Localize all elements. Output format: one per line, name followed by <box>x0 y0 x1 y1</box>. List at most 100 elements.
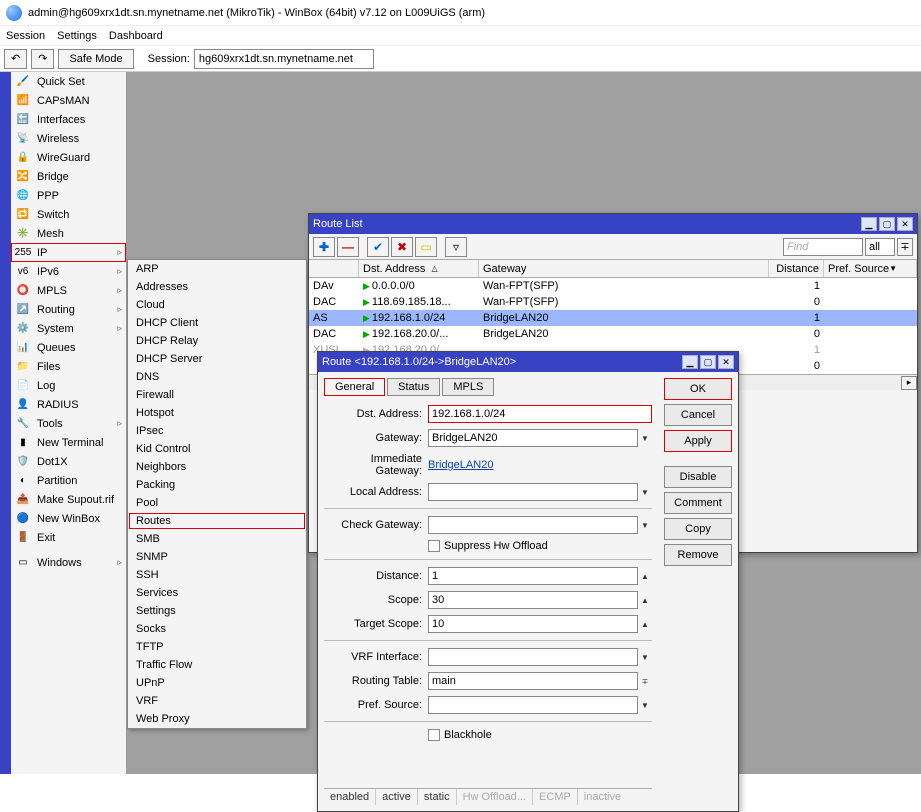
submenu-item-packing[interactable]: Packing <box>128 476 306 494</box>
sidebar-item-files[interactable]: 📁Files <box>11 357 126 376</box>
distance-input[interactable]: 1 <box>428 567 638 585</box>
add-button[interactable]: ✚ <box>313 237 335 257</box>
scope-up-icon[interactable]: ▲ <box>638 596 652 605</box>
sidebar-item-new-terminal[interactable]: ▮New Terminal <box>11 433 126 452</box>
submenu-item-routes[interactable]: Routes <box>128 512 306 530</box>
col-pref-source[interactable]: Pref. Source ▼ <box>824 260 917 277</box>
undo-button[interactable]: ↶ <box>4 49 27 69</box>
col-dst[interactable]: Dst. Address △ <box>359 260 479 277</box>
submenu-item-dhcp-server[interactable]: DHCP Server <box>128 350 306 368</box>
pref-source-input[interactable] <box>428 696 638 714</box>
enable-button[interactable]: ✔ <box>367 237 389 257</box>
safe-mode-button[interactable]: Safe Mode <box>58 49 133 69</box>
submenu-item-vrf[interactable]: VRF <box>128 692 306 710</box>
sidebar-item-system[interactable]: ⚙️System▹ <box>11 319 126 338</box>
sidebar-item-make-supout-rif[interactable]: 📤Make Supout.rif <box>11 490 126 509</box>
apply-button[interactable]: Apply <box>664 430 732 452</box>
minimize-button[interactable]: ▁ <box>861 217 877 231</box>
submenu-item-services[interactable]: Services <box>128 584 306 602</box>
disable-button[interactable]: ✖ <box>391 237 413 257</box>
sidebar-item-radius[interactable]: 👤RADIUS <box>11 395 126 414</box>
local-address-input[interactable] <box>428 483 638 501</box>
pref-expand-icon[interactable]: ▼ <box>638 701 652 710</box>
submenu-item-tftp[interactable]: TFTP <box>128 638 306 656</box>
sidebar-item-log[interactable]: 📄Log <box>11 376 126 395</box>
submenu-item-kid-control[interactable]: Kid Control <box>128 440 306 458</box>
tab-general[interactable]: General <box>324 378 385 396</box>
submenu-item-settings[interactable]: Settings <box>128 602 306 620</box>
sidebar-item-mesh[interactable]: ✳️Mesh <box>11 224 126 243</box>
session-value[interactable]: hg609xrx1dt.sn.mynetname.net <box>194 49 374 69</box>
dst-address-input[interactable]: 192.168.1.0/24 <box>428 405 652 423</box>
rtable-expand-icon[interactable]: ∓ <box>638 677 652 686</box>
submenu-item-dhcp-relay[interactable]: DHCP Relay <box>128 332 306 350</box>
sidebar-item-exit[interactable]: 🚪Exit <box>11 528 126 547</box>
disable-button[interactable]: Disable <box>664 466 732 488</box>
cancel-button[interactable]: Cancel <box>664 404 732 426</box>
sidebar-item-ip[interactable]: 255IP▹ <box>11 243 126 262</box>
maximize-button[interactable]: ▢ <box>879 217 895 231</box>
submenu-item-neighbors[interactable]: Neighbors <box>128 458 306 476</box>
close-button[interactable]: ✕ <box>718 355 734 369</box>
distance-up-icon[interactable]: ▲ <box>638 572 652 581</box>
sidebar-item-mpls[interactable]: ⭕MPLS▹ <box>11 281 126 300</box>
col-distance[interactable]: Distance <box>769 260 824 277</box>
tab-status[interactable]: Status <box>387 378 440 396</box>
tscope-up-icon[interactable]: ▲ <box>638 620 652 629</box>
ok-button[interactable]: OK <box>664 378 732 400</box>
remove-button[interactable]: Remove <box>664 544 732 566</box>
scope-input[interactable]: 30 <box>428 591 638 609</box>
route-row[interactable]: DAC▶118.69.185.18...Wan-FPT(SFP)0 <box>309 294 917 310</box>
submenu-item-dhcp-client[interactable]: DHCP Client <box>128 314 306 332</box>
submenu-item-ipsec[interactable]: IPsec <box>128 422 306 440</box>
sidebar-item-bridge[interactable]: 🔀Bridge <box>11 167 126 186</box>
submenu-item-smb[interactable]: SMB <box>128 530 306 548</box>
tab-mpls[interactable]: MPLS <box>442 378 494 396</box>
route-row[interactable]: AS▶192.168.1.0/24BridgeLAN201 <box>309 310 917 326</box>
sidebar-item-queues[interactable]: 📊Queues <box>11 338 126 357</box>
vrf-expand-icon[interactable]: ▼ <box>638 653 652 662</box>
sidebar-item-switch[interactable]: 🔁Switch <box>11 205 126 224</box>
local-expand-icon[interactable]: ▼ <box>638 488 652 497</box>
gateway-input[interactable]: BridgeLAN20 <box>428 429 638 447</box>
sidebar-item-quick-set[interactable]: 🖌️Quick Set <box>11 72 126 91</box>
menu-settings[interactable]: Settings <box>57 30 97 42</box>
route-dialog-titlebar[interactable]: Route <192.168.1.0/24->BridgeLAN20> ▁ ▢ … <box>318 352 738 372</box>
remove-button[interactable]: — <box>337 237 359 257</box>
minimize-button[interactable]: ▁ <box>682 355 698 369</box>
left-dock-tab[interactable] <box>0 72 11 774</box>
vrf-input[interactable] <box>428 648 638 666</box>
comment-button[interactable]: Comment <box>664 492 732 514</box>
submenu-item-cloud[interactable]: Cloud <box>128 296 306 314</box>
col-flags[interactable] <box>309 260 359 277</box>
submenu-item-addresses[interactable]: Addresses <box>128 278 306 296</box>
submenu-item-web-proxy[interactable]: Web Proxy <box>128 710 306 728</box>
sidebar-item-routing[interactable]: ↗️Routing▹ <box>11 300 126 319</box>
close-button[interactable]: ✕ <box>897 217 913 231</box>
sidebar-item-new-winbox[interactable]: 🔵New WinBox <box>11 509 126 528</box>
filter-dropdown-button[interactable]: ∓ <box>897 238 913 256</box>
sidebar-item-ipv6[interactable]: v6IPv6▹ <box>11 262 126 281</box>
route-row[interactable]: DAv▶0.0.0.0/0Wan-FPT(SFP)1 <box>309 278 917 294</box>
sidebar-item-windows[interactable]: ▭Windows▹ <box>11 553 126 572</box>
blackhole-checkbox[interactable] <box>428 729 440 741</box>
filter-button[interactable]: ▿ <box>445 237 467 257</box>
submenu-item-traffic-flow[interactable]: Traffic Flow <box>128 656 306 674</box>
redo-button[interactable]: ↷ <box>31 49 54 69</box>
route-list-titlebar[interactable]: Route List ▁ ▢ ✕ <box>309 214 917 234</box>
comment-button[interactable]: ▭ <box>415 237 437 257</box>
check-gw-expand-icon[interactable]: ▼ <box>638 521 652 530</box>
submenu-item-pool[interactable]: Pool <box>128 494 306 512</box>
target-scope-input[interactable]: 10 <box>428 615 638 633</box>
sidebar-item-partition[interactable]: ◐Partition <box>11 471 126 490</box>
filter-all-select[interactable]: all <box>865 238 895 256</box>
submenu-item-socks[interactable]: Socks <box>128 620 306 638</box>
suppress-hw-checkbox[interactable] <box>428 540 440 552</box>
submenu-item-ssh[interactable]: SSH <box>128 566 306 584</box>
col-gateway[interactable]: Gateway <box>479 260 769 277</box>
sidebar-item-wireguard[interactable]: 🔒WireGuard <box>11 148 126 167</box>
submenu-item-snmp[interactable]: SNMP <box>128 548 306 566</box>
submenu-item-arp[interactable]: ARP <box>128 260 306 278</box>
sidebar-item-interfaces[interactable]: 🔚Interfaces <box>11 110 126 129</box>
sidebar-item-capsman[interactable]: 📶CAPsMAN <box>11 91 126 110</box>
